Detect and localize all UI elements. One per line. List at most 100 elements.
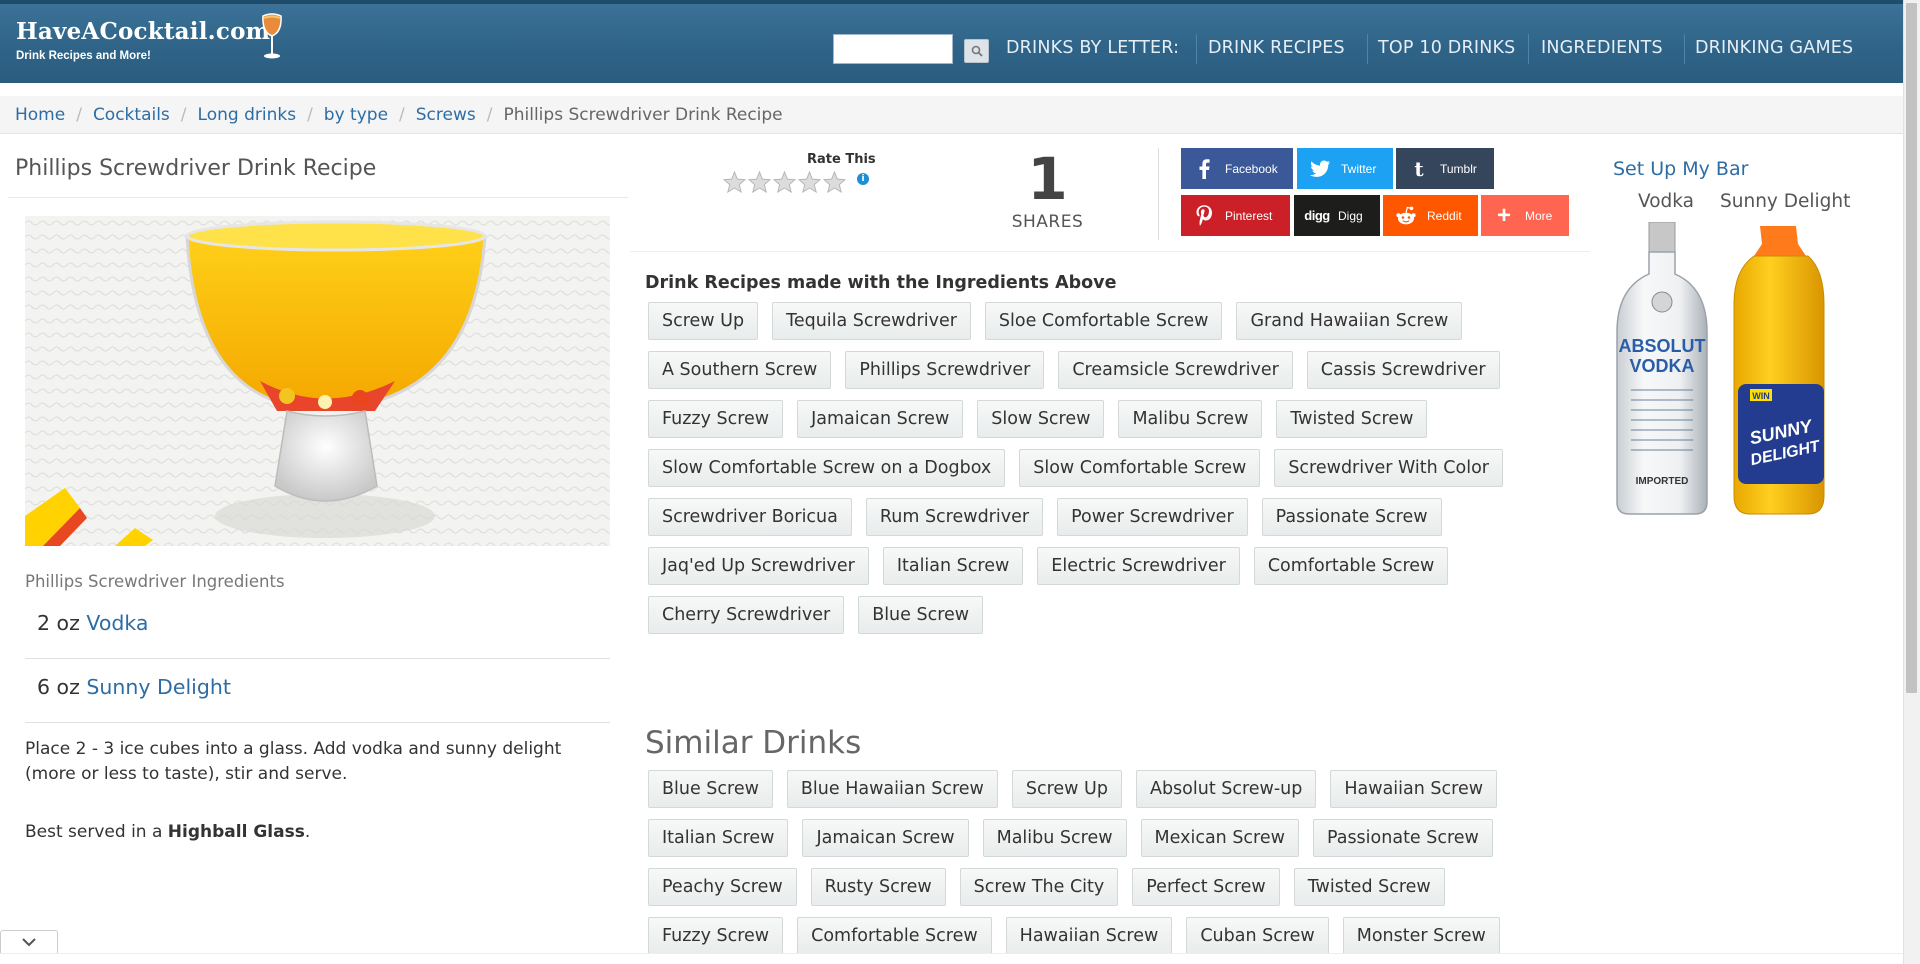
twitter-icon bbox=[1307, 158, 1333, 180]
breadcrumb-long-drinks[interactable]: Long drinks bbox=[198, 105, 297, 125]
share-digg-button[interactable]: digg Digg bbox=[1294, 195, 1380, 236]
shares-label: SHARES bbox=[1011, 212, 1084, 232]
breadcrumb-home[interactable]: Home bbox=[15, 105, 65, 125]
drink-tag-jamaican-screw[interactable]: Jamaican Screw bbox=[802, 819, 969, 857]
nav-ingredients[interactable]: INGREDIENTS bbox=[1541, 38, 1663, 58]
drink-tag-jamaican-screw[interactable]: Jamaican Screw bbox=[797, 400, 964, 438]
drink-tag-peachy-screw[interactable]: Peachy Screw bbox=[648, 868, 797, 906]
drink-tag-cuban-screw[interactable]: Cuban Screw bbox=[1186, 917, 1329, 955]
nav-divider bbox=[1367, 34, 1368, 64]
collapse-toggle[interactable] bbox=[0, 930, 58, 954]
drink-tag-jaq-ed-up-screwdriver[interactable]: Jaq'ed Up Screwdriver bbox=[648, 547, 869, 585]
drink-tag-blue-hawaiian-screw[interactable]: Blue Hawaiian Screw bbox=[786, 770, 998, 808]
drink-tag-slow-screw[interactable]: Slow Screw bbox=[977, 400, 1105, 438]
divider bbox=[8, 197, 628, 198]
drink-tag-screw-the-city[interactable]: Screw The City bbox=[959, 868, 1119, 906]
drink-tag-screw-up[interactable]: Screw Up bbox=[1011, 770, 1122, 808]
search-button[interactable] bbox=[964, 39, 989, 63]
nav-drinks-by-letter[interactable]: DRINKS BY LETTER: bbox=[1006, 38, 1179, 58]
drink-tag-screw-up[interactable]: Screw Up bbox=[648, 302, 759, 340]
drink-tag-screwdriver-boricua[interactable]: Screwdriver Boricua bbox=[648, 498, 852, 536]
drink-tag-comfortable-screw[interactable]: Comfortable Screw bbox=[797, 917, 992, 955]
drink-tag-passionate-screw[interactable]: Passionate Screw bbox=[1312, 819, 1493, 857]
drink-tag-italian-screw[interactable]: Italian Screw bbox=[882, 547, 1024, 585]
vodka-label-product: VODKA bbox=[1629, 356, 1694, 376]
drink-tag-monster-screw[interactable]: Monster Screw bbox=[1342, 917, 1500, 955]
nav-top-10-drinks[interactable]: TOP 10 DRINKS bbox=[1378, 38, 1515, 58]
drink-tag-twisted-screw[interactable]: Twisted Screw bbox=[1276, 400, 1428, 438]
digg-icon: digg bbox=[1304, 208, 1330, 223]
drink-tag-mexican-screw[interactable]: Mexican Screw bbox=[1140, 819, 1299, 857]
drink-tag-rusty-screw[interactable]: Rusty Screw bbox=[810, 868, 946, 906]
set-up-my-bar-link[interactable]: Set Up My Bar bbox=[1613, 158, 1748, 180]
drink-tag-fuzzy-screw[interactable]: Fuzzy Screw bbox=[648, 400, 784, 438]
ingredient-row: 6 oz Sunny Delight bbox=[25, 661, 610, 723]
scrollbar-thumb[interactable] bbox=[1906, 3, 1917, 693]
tumblr-icon: t bbox=[1414, 156, 1424, 181]
drink-tag-power-screwdriver[interactable]: Power Screwdriver bbox=[1057, 498, 1248, 536]
ingredient-link-vodka[interactable]: Vodka bbox=[86, 611, 148, 635]
share-tumblr-button[interactable]: t Tumblr bbox=[1396, 148, 1494, 189]
sunny-delight-bottle-image[interactable]: WIN SUNNY DELIGHT bbox=[1730, 226, 1832, 518]
serving-glass-note: Best served in a Highball Glass. bbox=[25, 822, 310, 842]
drink-tag-a-southern-screw[interactable]: A Southern Screw bbox=[648, 351, 832, 389]
recipe-instructions: Place 2 - 3 ice cubes into a glass. Add … bbox=[25, 739, 562, 784]
drink-tag-slow-comfortable-screw[interactable]: Slow Comfortable Screw bbox=[1019, 449, 1261, 487]
vodka-label-brand: ABSOLUT bbox=[1619, 336, 1706, 356]
share-more-button[interactable]: + More bbox=[1481, 195, 1569, 236]
drink-tag-grand-hawaiian-screw[interactable]: Grand Hawaiian Screw bbox=[1236, 302, 1463, 340]
share-facebook-button[interactable]: Facebook bbox=[1181, 148, 1293, 189]
drink-tag-perfect-screw[interactable]: Perfect Screw bbox=[1132, 868, 1280, 906]
drink-tag-sloe-comfortable-screw[interactable]: Sloe Comfortable Screw bbox=[984, 302, 1223, 340]
drink-tag-italian-screw[interactable]: Italian Screw bbox=[648, 819, 789, 857]
star-rating[interactable] bbox=[723, 171, 846, 193]
drink-tag-twisted-screw[interactable]: Twisted Screw bbox=[1293, 868, 1445, 906]
breadcrumb-screws[interactable]: Screws bbox=[416, 105, 476, 125]
drink-tag-fuzzy-screw[interactable]: Fuzzy Screw bbox=[648, 917, 784, 955]
info-icon[interactable]: i bbox=[857, 173, 869, 185]
vodka-bottle-image[interactable]: ABSOLUT VODKA IMPORTED bbox=[1611, 222, 1713, 518]
drink-tag-screwdriver-with-color[interactable]: Screwdriver With Color bbox=[1274, 449, 1503, 487]
drink-tag-hawaiian-screw[interactable]: Hawaiian Screw bbox=[1005, 917, 1173, 955]
similar-drinks-list: Blue Screw Blue Hawaiian Screw Screw Up Abs… bbox=[648, 770, 1528, 964]
nav-drink-recipes[interactable]: DRINK RECIPES bbox=[1208, 38, 1345, 58]
drink-tag-rum-screwdriver[interactable]: Rum Screwdriver bbox=[865, 498, 1044, 536]
glass-type[interactable]: Highball Glass bbox=[168, 822, 305, 842]
drink-tag-electric-screwdriver[interactable]: Electric Screwdriver bbox=[1037, 547, 1240, 585]
share-pinterest-label: Pinterest bbox=[1225, 208, 1273, 223]
chevron-down-icon bbox=[22, 938, 36, 947]
site-logo[interactable]: HaveACocktail.com Drink Recipes and More… bbox=[16, 18, 270, 62]
breadcrumb-cocktails[interactable]: Cocktails bbox=[93, 105, 170, 125]
breadcrumb-by-type[interactable]: by type bbox=[324, 105, 388, 125]
logo-title[interactable]: HaveACocktail.com bbox=[16, 18, 270, 45]
ingredient-link-sunny-delight[interactable]: Sunny Delight bbox=[86, 675, 230, 699]
share-pinterest-button[interactable]: Pinterest bbox=[1181, 195, 1290, 236]
drink-tag-phillips-screwdriver[interactable]: Phillips Screwdriver bbox=[845, 351, 1045, 389]
drink-tag-absolut-screw-up[interactable]: Absolut Screw-up bbox=[1135, 770, 1317, 808]
drink-tag-malibu-screw[interactable]: Malibu Screw bbox=[1118, 400, 1263, 438]
drink-tag-hawaiian-screw[interactable]: Hawaiian Screw bbox=[1330, 770, 1498, 808]
star-icon[interactable] bbox=[748, 171, 771, 193]
drink-tag-creamsicle-screwdriver[interactable]: Creamsicle Screwdriver bbox=[1058, 351, 1293, 389]
drink-tag-blue-screw[interactable]: Blue Screw bbox=[858, 596, 984, 634]
reddit-icon bbox=[1393, 205, 1419, 227]
drink-tag-cherry-screwdriver[interactable]: Cherry Screwdriver bbox=[648, 596, 845, 634]
star-icon[interactable] bbox=[773, 171, 796, 193]
star-icon[interactable] bbox=[798, 171, 821, 193]
drink-tag-comfortable-screw[interactable]: Comfortable Screw bbox=[1253, 547, 1449, 585]
star-icon[interactable] bbox=[823, 171, 846, 193]
drink-tag-tequila-screwdriver[interactable]: Tequila Screwdriver bbox=[772, 302, 971, 340]
search-input[interactable] bbox=[833, 34, 953, 64]
star-icon[interactable] bbox=[723, 171, 746, 193]
drink-tag-blue-screw[interactable]: Blue Screw bbox=[648, 770, 773, 808]
nav-drinking-games[interactable]: DRINKING GAMES bbox=[1695, 38, 1853, 58]
divider bbox=[630, 251, 1590, 252]
drink-tag-passionate-screw[interactable]: Passionate Screw bbox=[1261, 498, 1442, 536]
share-twitter-button[interactable]: Twitter bbox=[1297, 148, 1393, 189]
drink-tag-slow-comfortable-screw-on-a-dogbox[interactable]: Slow Comfortable Screw on a Dogbox bbox=[648, 449, 1006, 487]
drink-tag-malibu-screw[interactable]: Malibu Screw bbox=[982, 819, 1127, 857]
facebook-icon bbox=[1191, 158, 1217, 180]
share-reddit-button[interactable]: Reddit bbox=[1383, 195, 1478, 236]
sunny-label-badge: WIN bbox=[1752, 391, 1770, 401]
drink-tag-cassis-screwdriver[interactable]: Cassis Screwdriver bbox=[1306, 351, 1500, 389]
